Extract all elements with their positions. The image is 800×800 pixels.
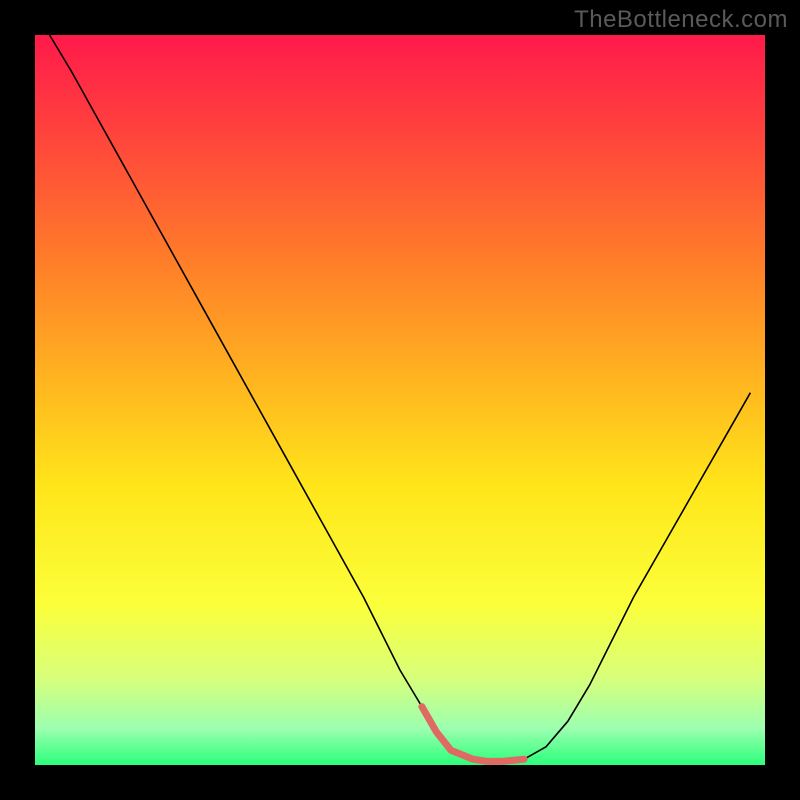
plot-background <box>35 35 765 765</box>
watermark-label: TheBottleneck.com <box>574 6 788 34</box>
chart-frame: TheBottleneck.com <box>0 0 800 800</box>
bottleneck-chart <box>0 0 800 800</box>
